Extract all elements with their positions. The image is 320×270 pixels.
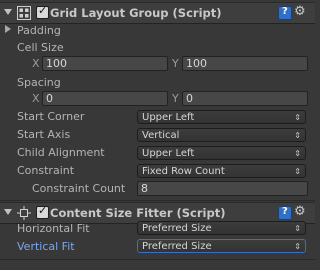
content-size-fitter-icon [17, 206, 31, 220]
cell-size-x-label: X [32, 57, 40, 70]
grid-component-title: Grid Layout Group (Script) [50, 6, 222, 20]
cell-size-y-field[interactable]: 100 [182, 56, 308, 71]
bottom-separator [0, 259, 315, 260]
spacing-x-label: X [32, 92, 40, 105]
child-alignment-dropdown[interactable]: Upper Left ⇕ [137, 146, 306, 160]
dropdown-arrows-icon: ⇕ [294, 131, 301, 140]
foldout-arrow-icon[interactable] [4, 209, 12, 215]
grid-layout-icon [17, 6, 31, 20]
spacing-x-field[interactable]: 0 [42, 91, 168, 106]
constraint-label: Constraint [17, 164, 75, 177]
cell-size-y-label: Y [172, 57, 179, 70]
padding-label[interactable]: Padding [17, 24, 61, 37]
cell-size-x-field[interactable]: 100 [42, 56, 168, 71]
constraint-count-field[interactable]: 8 [137, 181, 308, 196]
dropdown-arrows-icon: ⇕ [294, 113, 301, 122]
start-corner-label: Start Corner [17, 110, 85, 123]
start-axis-label: Start Axis [17, 128, 71, 141]
spacing-y-field[interactable]: 0 [182, 91, 308, 106]
gear-icon[interactable]: ⚙ [294, 204, 306, 219]
vertical-fit-label: Vertical Fit [17, 240, 75, 253]
grid-enabled-checkbox[interactable] [36, 4, 49, 19]
fitter-component-title: Content Size Fitter (Script) [50, 206, 226, 220]
foldout-arrow-icon[interactable] [4, 9, 12, 15]
grid-layout-group-header[interactable]: Grid Layout Group (Script) ⚙ [0, 2, 315, 24]
fitter-enabled-checkbox[interactable] [36, 204, 49, 219]
cell-size-label: Cell Size [17, 41, 64, 54]
padding-foldout[interactable] [5, 25, 11, 33]
help-icon[interactable] [278, 206, 292, 220]
spacing-y-label: Y [172, 92, 179, 105]
dropdown-arrows-icon: ⇕ [294, 167, 301, 176]
spacing-label: Spacing [17, 76, 61, 89]
start-axis-dropdown[interactable]: Vertical ⇕ [137, 128, 306, 142]
help-icon[interactable] [278, 6, 292, 20]
component-separator [0, 200, 315, 201]
horizontal-fit-dropdown[interactable]: Preferred Size ⇕ [137, 221, 306, 235]
vertical-fit-dropdown[interactable]: Preferred Size ⇕ [137, 239, 306, 253]
dropdown-arrows-icon: ⇕ [294, 224, 301, 233]
child-alignment-label: Child Alignment [17, 146, 105, 159]
horizontal-fit-label: Horizontal Fit [17, 222, 90, 235]
constraint-dropdown[interactable]: Fixed Row Count ⇕ [137, 164, 306, 178]
dropdown-arrows-icon: ⇕ [294, 149, 301, 158]
constraint-count-label: Constraint Count [32, 182, 126, 195]
gear-icon[interactable]: ⚙ [294, 4, 306, 19]
start-corner-dropdown[interactable]: Upper Left ⇕ [137, 110, 306, 124]
dropdown-arrows-icon: ⇕ [294, 242, 301, 251]
